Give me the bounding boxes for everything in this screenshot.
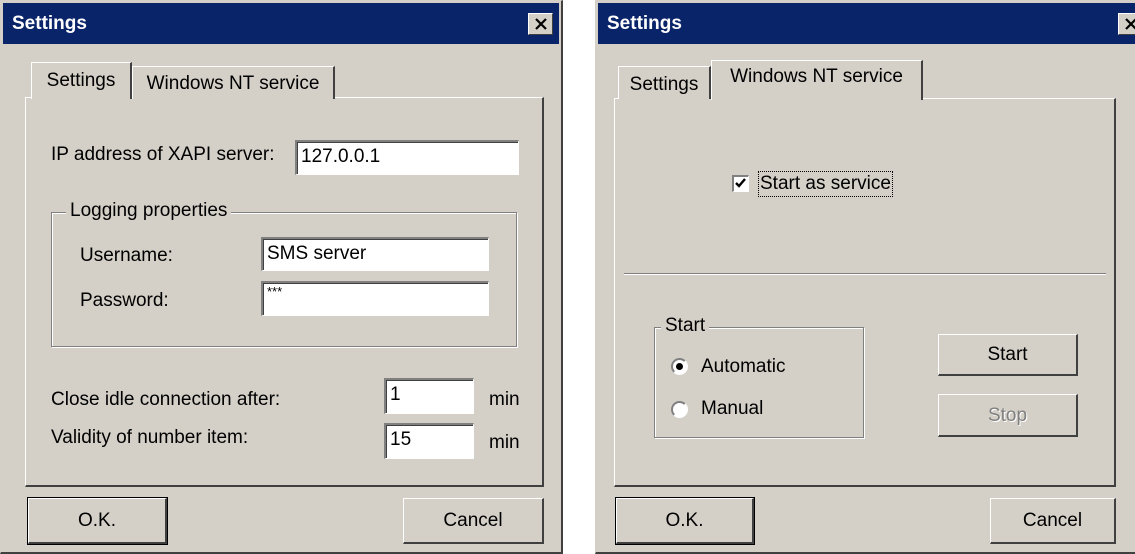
radio-dot-icon [676, 363, 683, 370]
close-icon [535, 18, 547, 30]
window-title: Settings [607, 13, 682, 34]
tab-windows-nt-service[interactable]: Windows NT service [711, 60, 923, 100]
button-label: O.K. [665, 510, 704, 531]
close-button[interactable] [528, 13, 553, 35]
username-label: Username: [80, 245, 173, 266]
button-label: Stop [987, 405, 1028, 426]
password-input[interactable]: *** [261, 281, 489, 316]
group-legend: Start [661, 315, 710, 337]
radio-manual[interactable] [671, 401, 688, 418]
radio-automatic[interactable] [671, 358, 688, 375]
start-as-service-label[interactable]: Start as service [758, 171, 893, 197]
tab-label: Windows NT service [730, 66, 903, 87]
tab-label: Windows NT service [146, 73, 320, 94]
checkmark-icon [735, 178, 746, 188]
title-bar[interactable]: Settings [598, 3, 1135, 44]
validity-unit-label: min [489, 432, 520, 453]
radio-manual-label[interactable]: Manual [701, 398, 763, 420]
cancel-button[interactable]: Cancel [403, 498, 544, 544]
cancel-button[interactable]: Cancel [990, 498, 1116, 544]
button-label: Cancel [1022, 510, 1083, 531]
settings-dialog-left: Settings Settings Windows NT service IP … [0, 0, 563, 554]
logging-properties-group: Logging properties [51, 200, 517, 347]
button-label: O.K. [77, 510, 116, 531]
title-bar[interactable]: Settings [3, 3, 559, 44]
idle-connection-label: Close idle connection after: [51, 389, 281, 410]
idle-unit-label: min [489, 389, 520, 410]
tab-settings[interactable]: Settings [31, 62, 132, 99]
tab-windows-nt-service[interactable]: Windows NT service [132, 66, 335, 99]
validity-label: Validity of number item: [51, 427, 249, 448]
ok-button[interactable]: O.K. [27, 497, 168, 545]
close-icon [1125, 18, 1135, 30]
separator [624, 273, 1106, 275]
button-label: Cancel [443, 510, 503, 531]
username-input[interactable]: SMS server [261, 237, 489, 271]
ip-address-label: IP address of XAPI server: [51, 144, 275, 165]
radio-automatic-label[interactable]: Automatic [701, 356, 785, 378]
tab-label: Settings [46, 70, 116, 91]
start-as-service-checkbox[interactable] [732, 175, 749, 192]
validity-minutes-input[interactable]: 15 [384, 423, 474, 459]
ok-button[interactable]: O.K. [615, 497, 755, 545]
ip-address-input[interactable]: 127.0.0.1 [295, 140, 519, 175]
password-label: Password: [80, 290, 169, 311]
settings-dialog-right: Settings Settings Windows NT service Sta… [595, 0, 1135, 554]
stop-button[interactable]: Stop [938, 394, 1078, 437]
tab-label: Settings [629, 74, 699, 95]
start-mode-group: Start [654, 315, 864, 438]
group-legend: Logging properties [66, 200, 232, 222]
close-button[interactable] [1118, 13, 1135, 35]
tab-settings[interactable]: Settings [618, 66, 711, 99]
button-label: Start [987, 344, 1028, 365]
idle-minutes-input[interactable]: 1 [384, 378, 474, 414]
start-button[interactable]: Start [938, 334, 1078, 376]
window-title: Settings [12, 13, 87, 34]
